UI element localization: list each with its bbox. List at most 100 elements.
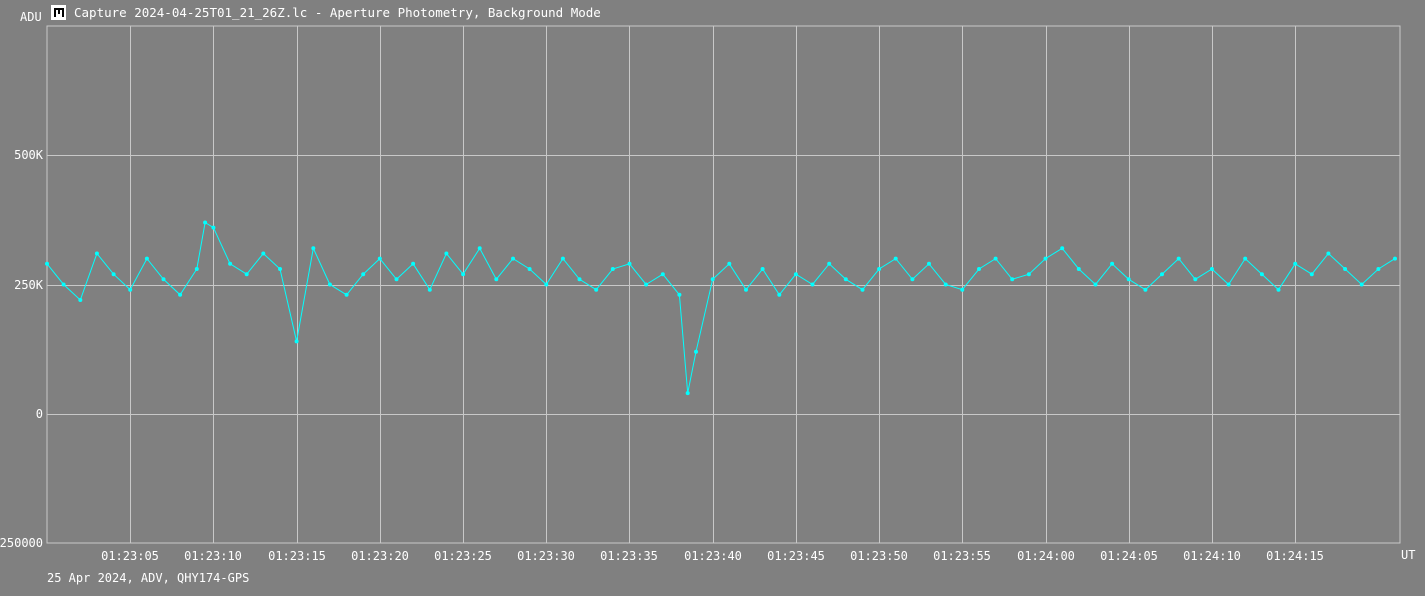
x-tick-label: 01:23:45 [767,549,825,563]
data-point [444,251,449,256]
x-axis-unit-label: UT [1401,548,1416,562]
x-tick-label: 01:23:50 [850,549,908,563]
data-point [627,261,632,266]
x-tick-label: 01:24:00 [1017,549,1075,563]
y-tick-label: -250000 [0,536,43,550]
data-point [1326,251,1331,256]
data-point [685,391,690,396]
data-point [544,282,549,287]
data-point [560,256,565,261]
y-axis-unit-label: ADU [20,10,42,24]
data-point [244,272,249,277]
data-point [1126,277,1131,282]
data-point [1160,272,1164,277]
data-point [677,292,682,297]
data-point [877,267,882,271]
data-point [111,272,116,277]
data-point [860,287,865,292]
data-point [1093,282,1098,287]
data-point [910,277,915,282]
data-point [427,287,432,292]
data-point [1243,256,1248,261]
series-line [46,221,1396,394]
data-point [78,298,83,302]
data-point [394,277,399,282]
data-point [1176,256,1181,261]
data-point [1343,267,1348,271]
data-point [178,292,183,297]
data-point [927,261,931,266]
data-point [211,225,216,230]
data-point [710,277,715,282]
data-point [1043,256,1048,261]
data-point [777,292,782,297]
data-point [1010,277,1015,282]
data-point [594,287,599,292]
data-point [1209,267,1214,271]
data-point [477,246,482,251]
data-point [1226,282,1231,287]
data-point [960,287,965,292]
data-point [727,261,732,266]
data-point [744,287,748,292]
x-tick-label: 01:24:10 [1183,549,1241,563]
x-tick-label: 01:23:35 [600,549,658,563]
data-point [194,267,199,271]
data-point [411,261,416,266]
data-point [1193,277,1198,282]
data-point [793,272,798,277]
data-point [1276,287,1281,292]
data-point [1259,272,1264,277]
y-tick-label: 250K [14,278,44,292]
plot-area-frame [46,25,1401,544]
data-point [527,267,532,271]
data-point [1143,287,1148,292]
window-title-bar: Capture 2024-04-25T01_21_26Z.lc - Apertu… [51,3,601,21]
data-point [694,349,698,354]
data-point [1376,267,1381,271]
data-point [977,267,981,271]
data-point [94,251,99,256]
capture-info-footer: 25 Apr 2024, ADV, QHY174-GPS [47,571,250,585]
data-point [1359,282,1364,287]
x-tick-label: 01:23:10 [184,549,242,563]
data-point [361,272,366,277]
data-point [311,246,316,251]
x-tick-label: 01:23:15 [268,549,326,563]
x-tick-label: 01:23:20 [351,549,409,563]
y-tick-label: 500K [14,148,44,162]
data-point [144,256,149,261]
data-point [610,267,615,271]
data-point [45,261,49,266]
x-tick-label: 01:23:05 [101,549,159,563]
x-tick-label: 01:24:05 [1100,549,1158,563]
x-tick-label: 01:23:30 [517,549,575,563]
data-point [377,256,382,261]
data-point [61,282,66,287]
data-point [128,287,133,292]
data-point [261,251,266,256]
x-tick-label: 01:23:40 [684,549,742,563]
data-point [1293,261,1298,266]
y-tick-label: 0 [36,407,43,421]
x-tick-label: 01:23:55 [933,549,991,563]
window-title: Capture 2024-04-25T01_21_26Z.lc - Apertu… [74,4,601,20]
data-point [1026,272,1031,277]
data-point [278,267,282,271]
data-point [993,256,998,261]
data-point [203,220,208,225]
data-point [511,256,515,261]
data-point [1309,272,1314,277]
data-point [843,277,848,282]
data-point [344,292,349,297]
light-curve-chart: 500K 250K 0 -250000 01:23:05 01:23:10 01:23:15… [0,25,1401,563]
data-point [760,267,765,271]
data-point [1393,256,1397,261]
data-point [1110,261,1115,266]
data-point [893,256,898,261]
app-icon [51,4,66,20]
data-point [943,282,948,287]
x-tick-label: 01:23:25 [434,549,492,563]
data-point [461,272,466,277]
data-point [827,261,832,266]
